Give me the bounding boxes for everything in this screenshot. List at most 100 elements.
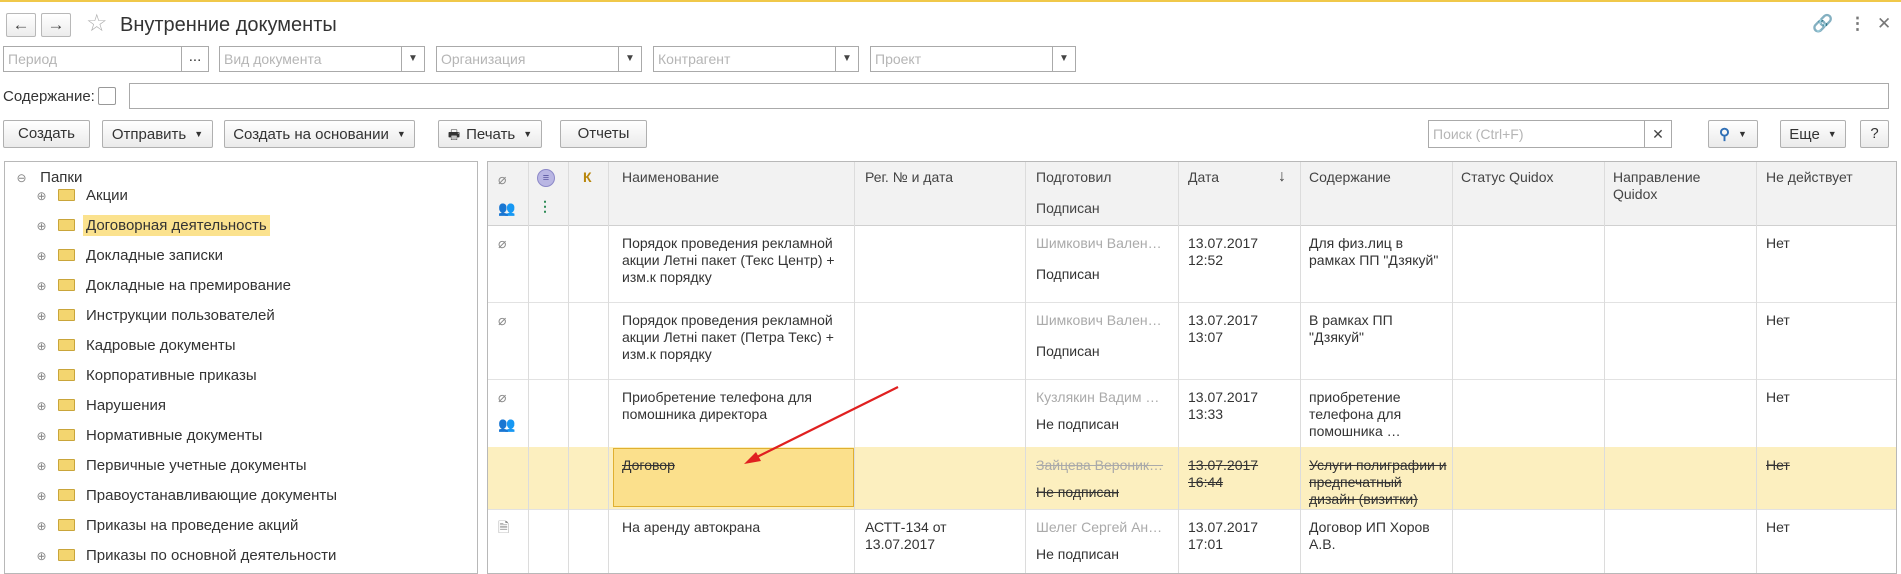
tree-item[interactable]: ⊕ Приказы на проведение акций: [35, 517, 301, 543]
tree-item-label: Корпоративные приказы: [86, 367, 257, 384]
expand-icon[interactable]: ⊕: [35, 520, 48, 533]
organization-field[interactable]: Организация ▼: [436, 46, 642, 72]
expand-icon[interactable]: ⊕: [35, 250, 48, 263]
tree-item[interactable]: ⊕ Инструкции пользователей: [35, 307, 278, 333]
search-input[interactable]: Поиск (Ctrl+F) ✕: [1428, 120, 1672, 148]
create-label: Создать: [17, 125, 75, 142]
create-button[interactable]: Создать: [3, 120, 90, 148]
tree-item-label: Нормативные документы: [86, 427, 263, 444]
folder-tree: ⊖ Папки ⊕ Акции ⊕ Договорная деятельность ⊕ Д…: [4, 161, 478, 574]
organization-placeholder: Организация: [441, 51, 526, 67]
caret-down-icon: ▼: [194, 129, 204, 139]
counterparty-placeholder: Контрагент: [658, 51, 731, 67]
chevron-down-icon[interactable]: ▼: [1052, 47, 1075, 71]
folder-icon: [58, 249, 75, 261]
back-button[interactable]: ←: [6, 13, 36, 37]
tree-item[interactable]: ⊕ Приказы по основной деятельности: [35, 547, 339, 573]
title-bar: ← → ☆ Внутренние документы 🔗 ⋮ ✕: [0, 4, 1901, 44]
caret-down-icon: ▼: [523, 129, 533, 139]
print-button[interactable]: 🖶 Печать ▼: [438, 120, 542, 148]
tree-item[interactable]: ⊕ Первичные учетные документы: [35, 457, 310, 483]
tree-item[interactable]: ⊕ Договорная деятельность: [35, 215, 270, 243]
expand-icon[interactable]: ⊕: [35, 430, 48, 443]
folder-icon: [58, 369, 75, 381]
folder-icon: [58, 219, 75, 231]
chevron-down-icon[interactable]: ▼: [618, 47, 641, 71]
search-button[interactable]: ⚲ ▼: [1708, 120, 1758, 148]
print-label: Печать: [466, 126, 516, 143]
clear-search-icon[interactable]: ✕: [1644, 121, 1671, 147]
expand-icon[interactable]: ⊕: [35, 190, 48, 203]
tree-root-label: Папки: [40, 169, 83, 186]
expand-icon[interactable]: ⊕: [35, 370, 48, 383]
send-label: Отправить: [111, 126, 187, 143]
tree-root[interactable]: ⊖ Папки: [15, 169, 82, 186]
tree-item-label: Кадровые документы: [86, 337, 236, 354]
document-kind-field[interactable]: Вид документа ▼: [219, 46, 425, 72]
expand-icon[interactable]: ⊕: [35, 310, 48, 323]
folder-icon: [58, 279, 75, 291]
period-field[interactable]: Период ...: [3, 46, 209, 72]
tree-item[interactable]: ⊕ Кадровые документы: [35, 337, 239, 363]
folder-icon: [58, 399, 75, 411]
page-title: Внутренние документы: [120, 14, 337, 36]
tree-item[interactable]: ⊕ Нормативные документы: [35, 427, 265, 453]
tree-item-label: Первичные учетные документы: [86, 457, 307, 474]
more-icon[interactable]: ⋮: [1849, 14, 1866, 34]
tree-item[interactable]: ⊕ Докладные записки: [35, 247, 226, 273]
expand-icon[interactable]: ⊕: [35, 280, 48, 293]
window-top-accent: [0, 0, 1901, 2]
search-placeholder: Поиск (Ctrl+F): [1433, 126, 1524, 142]
folder-icon: [58, 459, 75, 471]
content-label: Содержание:: [3, 88, 95, 105]
chevron-down-icon[interactable]: ▼: [835, 47, 858, 71]
tree-item-label: Приказы на проведение акций: [86, 517, 299, 534]
expand-icon[interactable]: ⊕: [35, 460, 48, 473]
arrow-left-icon: ←: [12, 15, 30, 34]
expand-icon[interactable]: ⊕: [35, 490, 48, 503]
tree-item[interactable]: ⊕ Докладные на премирование: [35, 277, 294, 303]
favorite-star-icon[interactable]: ☆: [86, 12, 108, 36]
help-button[interactable]: ?: [1860, 120, 1889, 148]
tree-item-label: Докладные записки: [86, 247, 223, 264]
link-icon[interactable]: 🔗: [1812, 14, 1833, 34]
more-button[interactable]: Еще ▼: [1780, 120, 1846, 148]
annotation-arrow: [744, 386, 899, 464]
folder-icon: [58, 519, 75, 531]
period-select-button[interactable]: ...: [181, 47, 208, 71]
tree-item-label: Докладные на премирование: [86, 277, 291, 294]
reports-label: Отчеты: [577, 125, 630, 142]
content-checkbox[interactable]: [98, 87, 116, 105]
content-input[interactable]: [129, 83, 1889, 109]
folder-icon: [58, 489, 75, 501]
expand-icon[interactable]: ⊕: [35, 220, 48, 233]
collapse-icon[interactable]: ⊖: [15, 172, 28, 185]
more-label: Еще: [1789, 126, 1820, 143]
folder-icon: [58, 189, 75, 201]
tree-item[interactable]: ⊕ Акции: [35, 187, 131, 213]
tree-item-label: Приказы по основной деятельности: [86, 547, 337, 564]
caret-down-icon: ▼: [396, 129, 406, 139]
tree-item-label: Договорная деятельность: [83, 215, 270, 236]
search-icon: ⚲: [1719, 126, 1731, 143]
expand-icon[interactable]: ⊕: [35, 400, 48, 413]
close-icon[interactable]: ✕: [1877, 14, 1891, 34]
counterparty-field[interactable]: Контрагент ▼: [653, 46, 859, 72]
tree-item[interactable]: ⊕ Правоустанавливающие документы: [35, 487, 340, 513]
documents-table: ⌀ ≡ К 👥 ⋮ Наименование Рег. № и дата Под…: [487, 161, 1897, 574]
printer-icon: 🖶: [447, 127, 461, 142]
expand-icon[interactable]: ⊕: [35, 340, 48, 353]
forward-button[interactable]: →: [41, 13, 71, 37]
period-placeholder: Период: [8, 51, 58, 67]
tree-item-label: Нарушения: [86, 397, 167, 414]
send-button[interactable]: Отправить ▼: [102, 120, 213, 148]
project-field[interactable]: Проект ▼: [870, 46, 1076, 72]
tree-item[interactable]: ⊕ Нарушения: [35, 397, 169, 423]
help-label: ?: [1870, 125, 1879, 142]
expand-icon[interactable]: ⊕: [35, 550, 48, 563]
folder-icon: [58, 549, 75, 561]
create-based-on-button[interactable]: Создать на основании ▼: [224, 120, 415, 148]
reports-button[interactable]: Отчеты: [560, 120, 647, 148]
chevron-down-icon[interactable]: ▼: [401, 47, 424, 71]
tree-item[interactable]: ⊕ Корпоративные приказы: [35, 367, 260, 393]
